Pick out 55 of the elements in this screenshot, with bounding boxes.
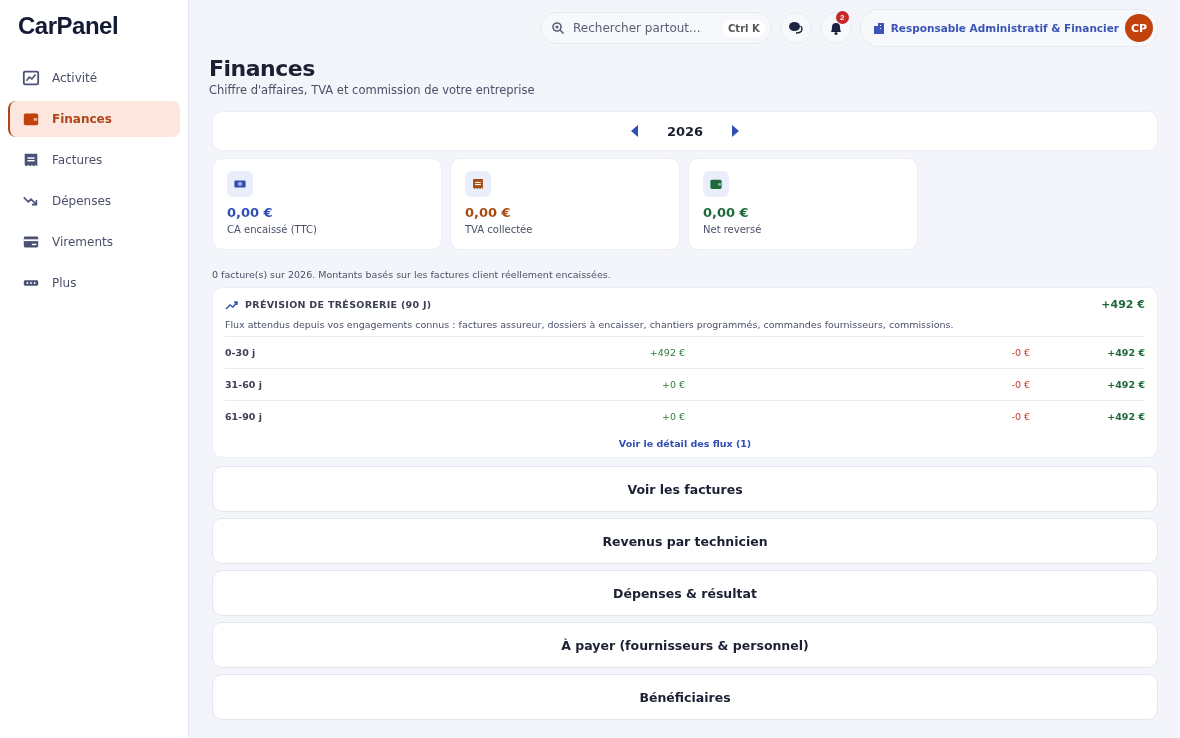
search-bar[interactable]: Rechercher partout... Ctrl K — [540, 12, 772, 44]
sidebar-item[interactable]: Factures — [8, 142, 180, 178]
stat-value: 0,00 € — [227, 205, 274, 220]
income-cell: +492 € — [649, 347, 685, 358]
section-button[interactable]: Voir les factures — [212, 466, 1158, 512]
sidebar-item[interactable]: Plus — [8, 265, 180, 301]
year-label: 2026 — [666, 123, 704, 139]
stat-label: Net reversé — [703, 224, 763, 235]
info-note: 0 facture(s) sur 2026. Montants basés sur les factures client réellement encaissées. — [212, 269, 612, 280]
net-cell: +492 € — [1107, 411, 1145, 422]
period-cell-text: 0-30 j — [225, 347, 257, 358]
role-label: Responsable Administratif & Financier — [890, 22, 1119, 34]
sidebar-item[interactable]: Dépenses — [8, 183, 180, 219]
sidebar-item[interactable]: Virements — [8, 224, 180, 260]
section-button[interactable]: Dépenses & résultat — [212, 570, 1158, 616]
income-cell: +0 € — [661, 379, 685, 390]
chat-icon — [787, 20, 804, 36]
notifications-button[interactable]: 2 — [819, 12, 852, 44]
forecast-total: +492 € — [1101, 298, 1145, 311]
period-cell-text: 61-90 j — [225, 411, 263, 422]
net-cell: +492 € — [1107, 347, 1145, 358]
sidebar-item[interactable]: Activité — [8, 60, 180, 96]
shortcut-hint: Ctrl K — [723, 19, 765, 37]
stat-value: 0,00 € — [703, 205, 750, 220]
chat-button[interactable] — [779, 12, 812, 44]
section-button[interactable]: À payer (fournisseurs & personnel) — [212, 622, 1158, 668]
forecast-description: Flux attendus depuis vos engagements connus : factures assureur, dossiers à encaisser, chantiers programmés, commandes fournisseurs, commissions. — [225, 319, 955, 330]
page-subtitle: Chiffre d'affaires, TVA et commission de votre entreprise — [209, 83, 536, 97]
previous-year-button[interactable] — [630, 125, 639, 137]
receipt-icon — [22, 151, 40, 169]
stat-label: CA encaissé (TTC) — [227, 224, 318, 235]
forecast-title: PRÉVISION DE TRÉSORERIE (90 J) — [245, 299, 432, 310]
stat-value: 0,00 € — [465, 205, 512, 220]
page-title: Finances — [209, 56, 316, 81]
search-icon — [551, 21, 565, 35]
expense-cell: -0 € — [1011, 411, 1030, 422]
net-cell: +492 € — [1107, 379, 1145, 390]
sidebar-item[interactable]: Finances — [8, 101, 180, 137]
chart-icon — [22, 69, 40, 87]
section-button[interactable]: Revenus par technicien — [212, 518, 1158, 564]
notification-count: 2 — [835, 11, 849, 24]
period-cell-text: 31-60 j — [225, 379, 263, 390]
expense-cell: -0 € — [1011, 347, 1030, 358]
income-cell: +0 € — [661, 411, 685, 422]
stat-label: TVA collectée — [465, 224, 534, 235]
building-icon — [872, 22, 885, 34]
details-link[interactable]: Voir le détail des flux (1) — [618, 438, 752, 449]
search-field[interactable]: Rechercher partout... — [571, 20, 717, 36]
expense-cell: -0 € — [1011, 379, 1030, 390]
section-button[interactable]: Bénéficiaires — [212, 674, 1158, 720]
trend-up-icon — [225, 299, 239, 310]
next-year-button[interactable] — [731, 125, 740, 137]
avatar[interactable]: CP — [1125, 14, 1153, 42]
role-menu[interactable]: Responsable Administratif & Financier CP — [859, 9, 1158, 47]
logo: CarPanel — [18, 12, 119, 40]
